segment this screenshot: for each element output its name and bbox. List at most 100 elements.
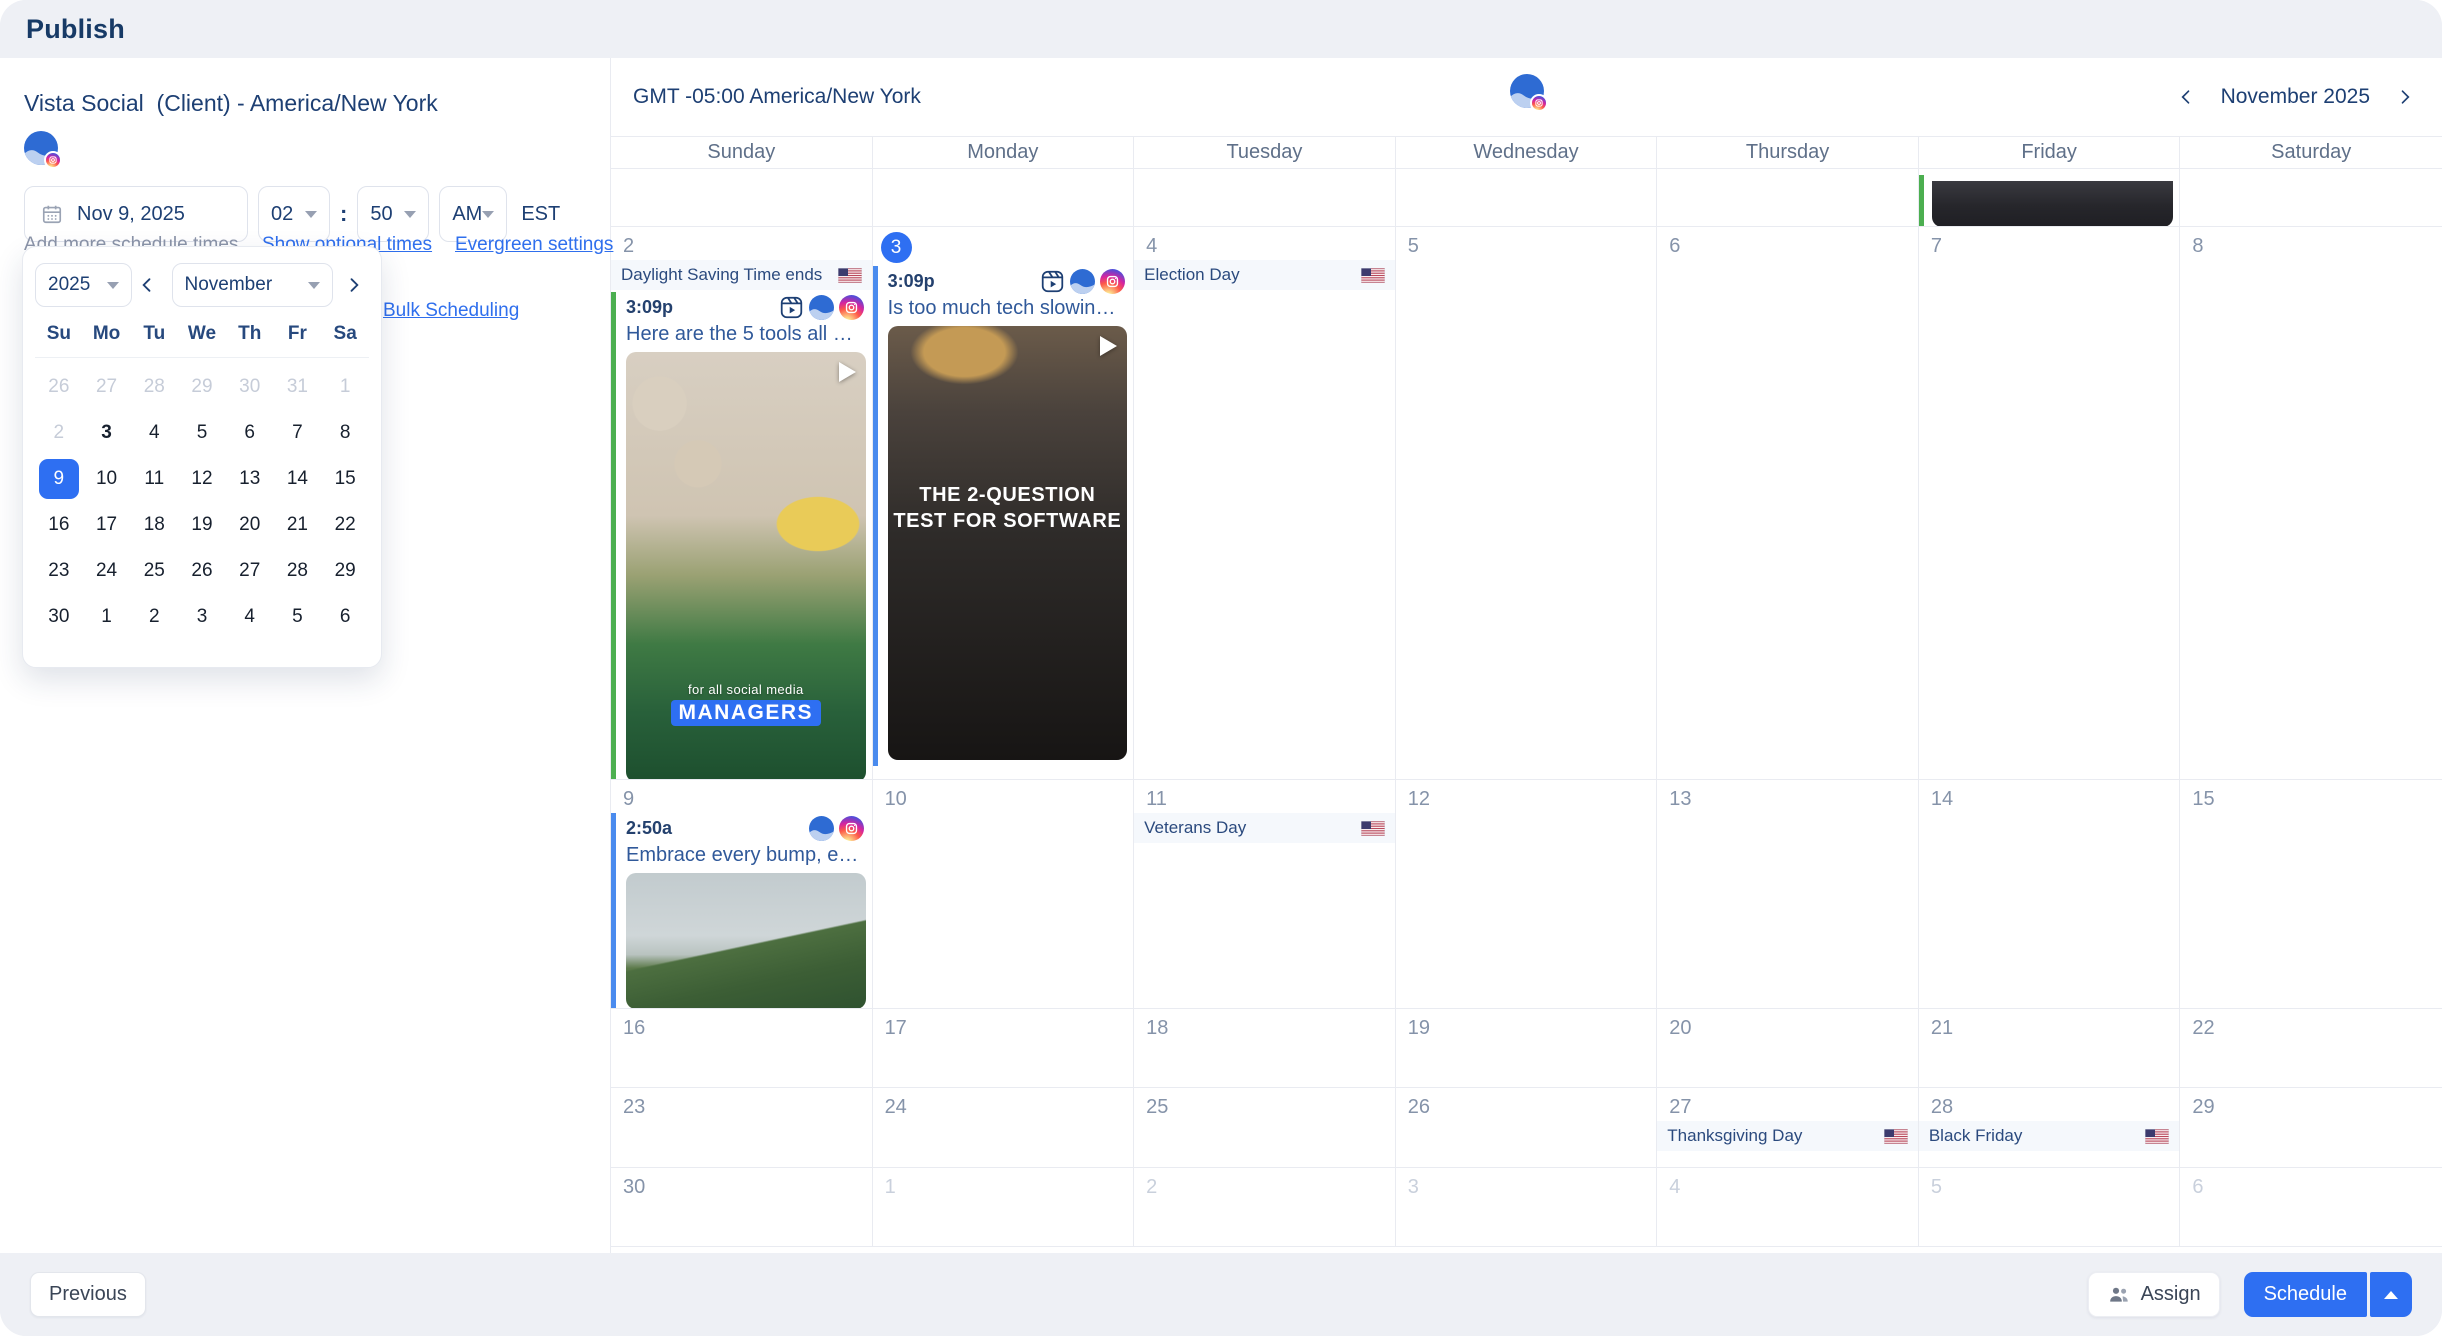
datepicker-day[interactable]: 23 xyxy=(35,548,83,594)
datepicker-day[interactable]: 4 xyxy=(130,410,178,456)
calendar-day-cell[interactable]: 8 xyxy=(2180,227,2442,779)
calendar-day-cell[interactable]: 92:50aEmbrace every bump, every t… xyxy=(611,780,873,1008)
calendar-day-cell[interactable]: 18 xyxy=(1134,1009,1396,1087)
calendar-day-cell[interactable]: 2 xyxy=(1134,1168,1396,1246)
calendar-day-cell[interactable]: 19 xyxy=(1396,1009,1658,1087)
calendar-day-cell[interactable]: 6 xyxy=(2180,1168,2442,1246)
chevron-down-icon xyxy=(482,211,494,218)
post-card[interactable] xyxy=(1919,175,2180,226)
datepicker-day[interactable]: 3 xyxy=(83,410,131,456)
calendar-day-cell[interactable]: 33:09pIs too much tech slowing you …THE … xyxy=(873,227,1135,779)
datepicker-day[interactable]: 22 xyxy=(321,502,369,548)
datepicker-day[interactable]: 4 xyxy=(226,594,274,640)
year-select[interactable]: 2025 xyxy=(35,263,132,307)
calendar-day-cell[interactable]: 25 xyxy=(1134,1088,1396,1167)
datepicker-day[interactable]: 19 xyxy=(178,502,226,548)
calendar-day-cell[interactable] xyxy=(1396,169,1658,226)
calendar-day-cell[interactable]: 21 xyxy=(1919,1009,2181,1087)
datepicker-day[interactable]: 11 xyxy=(130,456,178,502)
day-number: 13 xyxy=(1669,788,1918,811)
calendar-day-cell[interactable]: 16 xyxy=(611,1009,873,1087)
calendar-day-cell[interactable]: 12 xyxy=(1396,780,1658,1008)
datepicker-day[interactable]: 25 xyxy=(130,548,178,594)
evergreen-settings-link[interactable]: Evergreen settings xyxy=(455,234,613,256)
calendar-day-cell[interactable] xyxy=(1134,169,1396,226)
calendar-day-cell[interactable]: 2Daylight Saving Time ends3:09pHere are … xyxy=(611,227,873,779)
previous-button[interactable]: Previous xyxy=(30,1272,146,1317)
datepicker-day-label: 31 xyxy=(277,367,317,407)
schedule-options-button[interactable] xyxy=(2370,1272,2412,1317)
datepicker-day[interactable]: 6 xyxy=(226,410,274,456)
calendar-day-cell[interactable]: 20 xyxy=(1657,1009,1919,1087)
datepicker-day[interactable]: 7 xyxy=(274,410,322,456)
calendar-day-cell[interactable]: 15 xyxy=(2180,780,2442,1008)
month-select[interactable]: November xyxy=(172,263,334,307)
calendar-timezone-label: GMT -05:00 America/New York xyxy=(633,85,921,109)
datepicker-day[interactable]: 8 xyxy=(321,410,369,456)
post-card[interactable]: 3:09pIs too much tech slowing you …THE 2… xyxy=(873,266,1134,766)
calendar-day-cell[interactable]: 7 xyxy=(1919,227,2181,779)
datepicker-day[interactable]: 12 xyxy=(178,456,226,502)
calendar-day-cell[interactable] xyxy=(873,169,1135,226)
datepicker-day[interactable]: 26 xyxy=(178,548,226,594)
datepicker-day[interactable]: 5 xyxy=(178,410,226,456)
calendar-day-cell[interactable] xyxy=(2180,169,2442,226)
assign-button[interactable]: Assign xyxy=(2088,1272,2220,1317)
datepicker-day-label: 9 xyxy=(39,459,79,499)
calendar-day-cell[interactable]: 22 xyxy=(2180,1009,2442,1087)
calendar-day-cell[interactable]: 29 xyxy=(2180,1088,2442,1167)
datepicker-day[interactable]: 20 xyxy=(226,502,274,548)
calendar-day-cell[interactable]: 5 xyxy=(1396,227,1658,779)
calendar-day-cell[interactable]: 23 xyxy=(611,1088,873,1167)
calendar-day-cell[interactable]: 30 xyxy=(611,1168,873,1246)
datepicker-day[interactable]: 3 xyxy=(178,594,226,640)
calendar-day-cell[interactable]: 1 xyxy=(873,1168,1135,1246)
calendar-day-cell[interactable]: 26 xyxy=(1396,1088,1658,1167)
calendar-weekday-label: Friday xyxy=(1919,137,2181,168)
datepicker-day[interactable]: 27 xyxy=(226,548,274,594)
calendar-day-cell[interactable] xyxy=(611,169,873,226)
prev-month-button[interactable] xyxy=(132,270,162,300)
calendar-day-cell[interactable]: 14 xyxy=(1919,780,2181,1008)
bulk-scheduling-link[interactable]: Bulk Scheduling xyxy=(383,300,519,322)
calendar-day-cell[interactable]: 11Veterans Day xyxy=(1134,780,1396,1008)
datepicker-day[interactable]: 30 xyxy=(35,594,83,640)
calendar-day-cell[interactable]: 17 xyxy=(873,1009,1135,1087)
calendar-day-cell[interactable]: 4Election Day xyxy=(1134,227,1396,779)
datepicker-day[interactable]: 29 xyxy=(321,548,369,594)
calendar-day-cell[interactable]: 4 xyxy=(1657,1168,1919,1246)
calendar-next-button[interactable] xyxy=(2390,82,2420,112)
datepicker-day[interactable]: 1 xyxy=(83,594,131,640)
datepicker-day[interactable]: 16 xyxy=(35,502,83,548)
datepicker-day[interactable]: 13 xyxy=(226,456,274,502)
calendar-day-cell[interactable]: 27Thanksgiving Day xyxy=(1657,1088,1919,1167)
datepicker-day[interactable]: 2 xyxy=(130,594,178,640)
datepicker-day[interactable]: 24 xyxy=(83,548,131,594)
calendar-day-cell[interactable]: 5 xyxy=(1919,1168,2181,1246)
calendar-day-cell[interactable]: 28Black Friday xyxy=(1919,1088,2181,1167)
datepicker-day[interactable]: 5 xyxy=(274,594,322,640)
calendar-day-cell[interactable]: 24 xyxy=(873,1088,1135,1167)
datepicker-day[interactable]: 10 xyxy=(83,456,131,502)
post-card[interactable]: 3:09pHere are the 5 tools all SMM's …for… xyxy=(611,292,872,779)
calendar-day-cell[interactable] xyxy=(1919,169,2181,226)
calendar-day-cell[interactable]: 3 xyxy=(1396,1168,1658,1246)
datepicker-day[interactable]: 15 xyxy=(321,456,369,502)
calendar-day-cell[interactable]: 6 xyxy=(1657,227,1919,779)
datepicker-day[interactable]: 17 xyxy=(83,502,131,548)
datepicker-day[interactable]: 18 xyxy=(130,502,178,548)
datepicker-day[interactable]: 6 xyxy=(321,594,369,640)
datepicker-day[interactable]: 28 xyxy=(274,548,322,594)
calendar-day-cell[interactable]: 13 xyxy=(1657,780,1919,1008)
datepicker-day[interactable]: 14 xyxy=(274,456,322,502)
datepicker-day[interactable]: 9 xyxy=(35,456,83,502)
calendar-day-cell[interactable] xyxy=(1657,169,1919,226)
next-month-button[interactable] xyxy=(339,270,369,300)
thumbnail-caption: for all social mediaMANAGERS xyxy=(626,682,866,726)
footer-bar: Previous Assign Schedule xyxy=(0,1253,2442,1336)
post-card[interactable]: 2:50aEmbrace every bump, every t… xyxy=(611,813,872,1008)
schedule-button[interactable]: Schedule xyxy=(2244,1272,2367,1317)
datepicker-day[interactable]: 21 xyxy=(274,502,322,548)
calendar-prev-button[interactable] xyxy=(2171,82,2201,112)
calendar-day-cell[interactable]: 10 xyxy=(873,780,1135,1008)
